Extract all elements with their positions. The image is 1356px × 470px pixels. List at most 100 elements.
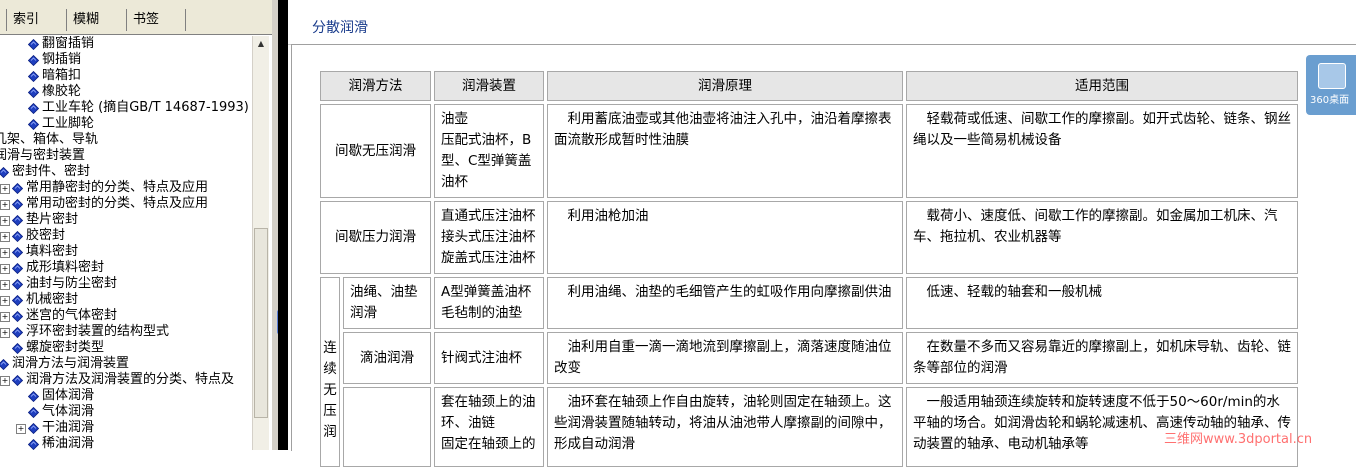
tree-item[interactable]: 密封件、密封 — [0, 164, 252, 180]
cell-principle: 利用油枪加油 — [547, 201, 903, 274]
tree-item[interactable]: + 干油润滑 — [0, 420, 252, 436]
tree-item[interactable]: 翻窗插销 — [0, 36, 252, 52]
cell-scope: 轻载荷或低速、间歇工作的摩擦副。如开式齿轮、链条、钢丝绳以及一些简易机械设备 — [906, 104, 1298, 198]
cell-principle: 利用油绳、油垫的毛细管产生的虹吸作用向摩擦副供油 — [547, 277, 903, 329]
cell-method: 间歇无压润滑 — [320, 104, 431, 198]
tree-item[interactable]: + 油封与防尘密封 — [0, 276, 252, 292]
expand-icon[interactable]: + — [0, 232, 10, 242]
expand-icon[interactable]: + — [0, 200, 10, 210]
tree-item[interactable]: 螺旋密封类型 — [0, 340, 252, 356]
tree-item[interactable]: 固体润滑 — [0, 388, 252, 404]
expand-icon[interactable]: + — [0, 216, 10, 226]
scroll-thumb[interactable] — [254, 228, 268, 418]
tab-fuzzy[interactable]: 模糊 — [66, 9, 126, 31]
cell-device: 直通式压注油杯 接头式压注油杯 旋盖式压注油杯 — [434, 201, 544, 274]
tree-item-label: 暗箱扣 — [42, 68, 82, 83]
tree-item[interactable]: + 胶密封 — [0, 228, 252, 244]
cell-scope: 在数量不多而又容易靠近的摩擦副上，如机床导轨、齿轮、链条等部位的润滑 — [906, 332, 1298, 384]
book-open-icon — [0, 167, 9, 178]
document-icon — [12, 375, 23, 386]
tree-item[interactable]: + 迷宫的气体密封 — [0, 308, 252, 324]
scroll-up-icon[interactable]: ▲ — [253, 36, 269, 52]
tree-item-label: 填料密封 — [26, 244, 79, 259]
tree-item[interactable]: + 润滑方法及润滑装置的分类、特点及 — [0, 372, 252, 388]
tree-item[interactable]: 气体润滑 — [0, 404, 252, 420]
cell-device: 针阀式注油杯 — [434, 332, 544, 384]
cell-device: 油壶 压配式油杯，B型、C型弹簧盖油杯 — [434, 104, 544, 198]
tree-item[interactable]: + 垫片密封 — [0, 212, 252, 228]
tree-item[interactable]: 润滑与密封装置 — [0, 148, 252, 164]
tree-item[interactable]: 几架、箱体、导轨 — [0, 132, 252, 148]
tree-item[interactable]: 工业车轮 (摘自GB/T 14687-1993) — [0, 100, 252, 116]
cell-scope: 低速、轻载的轴套和一般机械 — [906, 277, 1298, 329]
tab-bookmark[interactable]: 书签 — [126, 9, 186, 31]
tree-item[interactable]: 钢插销 — [0, 52, 252, 68]
tree-scrollbar[interactable]: ▲ — [252, 36, 269, 450]
document-icon — [12, 327, 23, 338]
tree-item[interactable]: 稀油润滑 — [0, 436, 252, 450]
document-icon — [12, 183, 23, 194]
expand-icon[interactable]: + — [16, 424, 26, 434]
table-row: 间歇无压润滑 油壶 压配式油杯，B型、C型弹簧盖油杯 利用蓄底油壶或其他油壶将油… — [320, 104, 1298, 198]
tree-item-label: 常用动密封的分类、特点及应用 — [26, 196, 209, 211]
tree-item[interactable]: 润滑方法与润滑装置 — [0, 356, 252, 372]
table-row: 套在轴颈上的油环、油链 固定在轴颈上的 油环套在轴颈上作自由旋转，油轮则固定在轴… — [320, 387, 1298, 467]
document-icon — [28, 87, 39, 98]
table-row: 间歇压力润滑 直通式压注油杯 接头式压注油杯 旋盖式压注油杯 利用油枪加油 载荷… — [320, 201, 1298, 274]
tree-item-label: 油封与防尘密封 — [26, 276, 118, 291]
nav-tabs: 索引 模糊 书签 — [0, 0, 272, 35]
page-title: 分散润滑 — [312, 20, 368, 36]
tab-index[interactable]: 索引 — [6, 9, 66, 31]
expand-icon[interactable]: + — [0, 280, 10, 290]
tree-item-label: 润滑方法及润滑装置的分类、特点及 — [26, 372, 235, 387]
tree-item-label: 胶密封 — [26, 228, 66, 243]
tree-item-label: 干油润滑 — [42, 420, 95, 435]
document-icon — [12, 295, 23, 306]
document-icon — [12, 279, 23, 290]
document-icon — [12, 247, 23, 258]
tree-item-label: 工业脚轮 — [42, 116, 95, 131]
document-icon — [12, 199, 23, 210]
tree-item-label: 橡胶轮 — [42, 84, 82, 99]
tree-item[interactable]: + 成形填料密封 — [0, 260, 252, 276]
expand-icon[interactable]: + — [0, 264, 10, 274]
expand-icon[interactable]: + — [0, 376, 10, 386]
cell-scope: 载荷小、速度低、间歇工作的摩擦副。如金属加工机床、汽车、拖拉机、农业机器等 — [906, 201, 1298, 274]
expand-icon[interactable]: + — [0, 312, 10, 322]
tree-item[interactable]: + 机械密封 — [0, 292, 252, 308]
tree-item[interactable]: 暗箱扣 — [0, 68, 252, 84]
tree-item-label: 固体润滑 — [42, 388, 95, 403]
tree-item[interactable]: + 浮环密封装置的结构型式 — [0, 324, 252, 340]
page-title-bar: 分散润滑 — [288, 0, 1356, 45]
document-icon — [28, 71, 39, 82]
tree-item[interactable]: + 常用静密封的分类、特点及应用 — [0, 180, 252, 196]
tree-item-label: 气体润滑 — [42, 404, 95, 419]
cell-method: 间歇压力润滑 — [320, 201, 431, 274]
document-icon — [12, 343, 23, 354]
expand-icon[interactable]: + — [0, 328, 10, 338]
tree-item-label: 润滑与密封装置 — [0, 148, 86, 163]
expand-icon[interactable]: + — [0, 184, 10, 194]
table-row: 连续无压润 油绳、油垫润滑 A型弹簧盖油杯 毛毡制的油垫 利用油绳、油垫的毛细管… — [320, 277, 1298, 467]
expand-icon[interactable]: + — [0, 248, 10, 258]
document-icon — [28, 39, 39, 50]
header-scope: 适用范围 — [906, 71, 1298, 101]
tree-item-label: 垫片密封 — [26, 212, 79, 227]
document-icon — [12, 311, 23, 322]
document-icon — [12, 263, 23, 274]
desktop-widget[interactable]: 360桌面 — [1306, 55, 1356, 115]
header-method: 润滑方法 — [320, 71, 431, 101]
table-header-row: 润滑方法 润滑装置 润滑原理 适用范围 — [320, 71, 1298, 101]
expand-icon[interactable]: + — [0, 296, 10, 306]
tree-item-label: 润滑方法与润滑装置 — [12, 356, 130, 371]
tree-item-label: 机械密封 — [26, 292, 79, 307]
header-principle: 润滑原理 — [547, 71, 903, 101]
tree-item[interactable]: 工业脚轮 — [0, 116, 252, 132]
cell-method — [343, 387, 431, 467]
tree-item[interactable]: + 常用动密封的分类、特点及应用 — [0, 196, 252, 212]
tree-item[interactable]: 橡胶轮 — [0, 84, 252, 100]
tree-item[interactable]: + 填料密封 — [0, 244, 252, 260]
cell-method: 油绳、油垫润滑 — [343, 277, 431, 329]
document-icon — [28, 423, 39, 434]
cell-device: A型弹簧盖油杯 毛毡制的油垫 — [434, 277, 544, 329]
